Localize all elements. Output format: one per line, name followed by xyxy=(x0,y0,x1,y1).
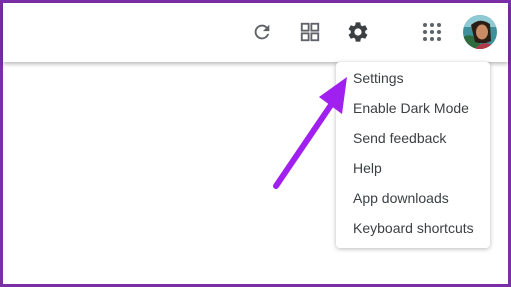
refresh-icon xyxy=(254,24,270,40)
view-grid-icon xyxy=(300,22,320,42)
menu-item-app-downloads[interactable]: App downloads xyxy=(336,183,490,213)
menu-item-send-feedback[interactable]: Send feedback xyxy=(336,123,490,153)
screenshot-frame: Settings Enable Dark Mode Send feedback … xyxy=(0,0,511,287)
menu-item-help[interactable]: Help xyxy=(336,153,490,183)
apps-button[interactable] xyxy=(417,17,447,47)
settings-dropdown-menu: Settings Enable Dark Mode Send feedback … xyxy=(336,62,490,248)
apps-grid-icon xyxy=(423,23,441,41)
top-toolbar xyxy=(3,3,508,62)
toggle-view-button[interactable] xyxy=(295,17,325,47)
gear-icon xyxy=(348,22,368,42)
menu-item-keyboard-shortcuts[interactable]: Keyboard shortcuts xyxy=(336,213,490,243)
user-avatar-icon xyxy=(463,15,497,49)
account-avatar[interactable] xyxy=(463,15,497,49)
settings-button[interactable] xyxy=(343,17,373,47)
refresh-button[interactable] xyxy=(247,17,277,47)
menu-item-enable-dark-mode[interactable]: Enable Dark Mode xyxy=(336,93,490,123)
menu-item-settings[interactable]: Settings xyxy=(336,63,490,93)
